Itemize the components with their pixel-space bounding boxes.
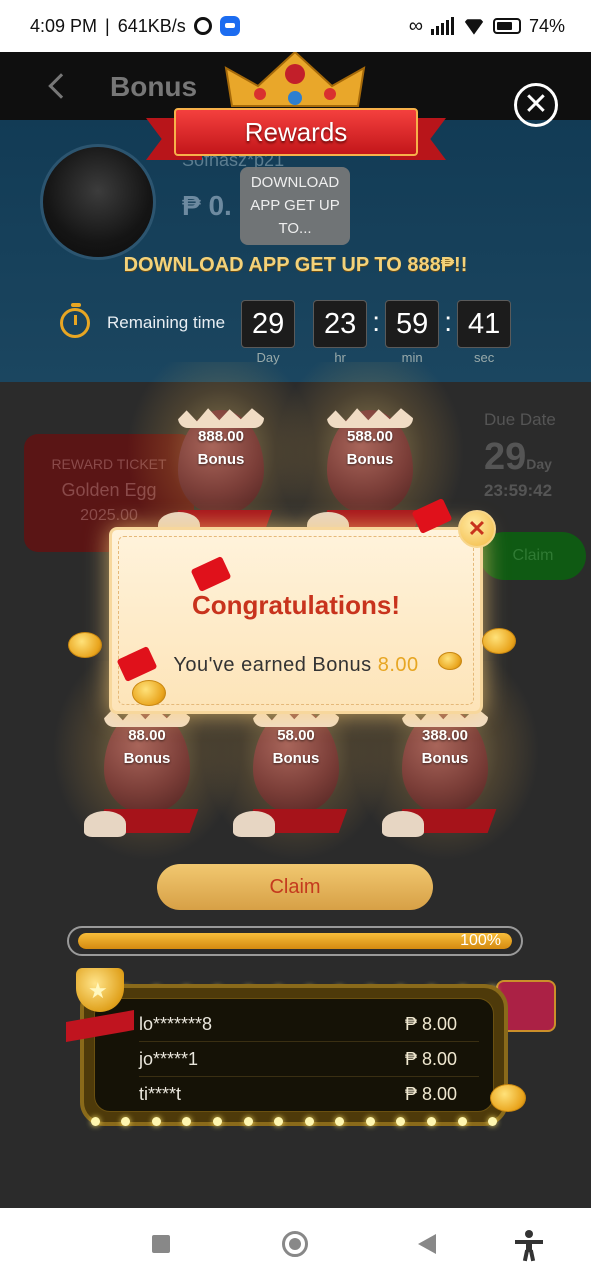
congratulations-popup: Congratulations! You've earned Bonus 8.0…	[109, 527, 483, 714]
winner-name: lo*******8	[139, 1013, 213, 1034]
egg-amount: 588.00	[347, 428, 393, 445]
close-icon[interactable]: ✕	[514, 83, 558, 127]
winner-amount: ₱ 8.00	[404, 1084, 457, 1104]
status-right: ∞ 74%	[409, 15, 565, 38]
progress-fill	[78, 933, 512, 949]
status-divider: |	[105, 15, 110, 36]
congratulations-title: Congratulations!	[192, 590, 400, 620]
egg-label: Bonus	[346, 451, 394, 468]
earned-amount: 8.00	[377, 654, 419, 676]
progress-bar: 100%	[67, 926, 523, 956]
egg-amount: 388.00	[422, 727, 468, 744]
battery-icon	[492, 18, 521, 34]
progress-label: 100%	[460, 932, 501, 949]
crown-icon	[224, 50, 366, 107]
bonus-page-title: Bonus	[110, 71, 198, 102]
winners-board: lo*******8 ₱ 8.00 jo*****1 ₱ 8.00 ti****…	[80, 984, 508, 1126]
timer-hours: 23 hr	[313, 300, 368, 365]
egg-amount: 888.00	[198, 428, 244, 445]
list-item: lo*******8 ₱ 8.00	[139, 1007, 479, 1042]
messenger-icon	[219, 16, 240, 36]
balance: ₱ 0.	[182, 190, 232, 221]
system-nav-bar	[0, 1208, 591, 1280]
status-left: 4:09 PM | 641KB/s	[30, 16, 240, 37]
status-bar: 4:09 PM | 641KB/s ∞ 74%	[0, 0, 591, 52]
claim-button[interactable]: Claim	[157, 864, 433, 910]
winner-name: jo*****1	[139, 1048, 199, 1069]
earned-message: You've earned Bonus 8.00	[173, 654, 419, 676]
home-icon[interactable]	[282, 1231, 308, 1257]
coin-icon	[68, 632, 102, 658]
egg-label: Bonus	[421, 750, 469, 767]
download-promo-text[interactable]: DOWNLOAD APP GET UP TO 888₱!!	[0, 254, 591, 277]
rewards-title: Rewards	[174, 108, 418, 156]
trophy-icon: ★	[66, 968, 134, 1046]
rewards-banner: Rewards	[146, 104, 446, 162]
marquee-lights	[80, 1117, 508, 1127]
due-date-time: 23:59:42	[484, 481, 553, 500]
egg-label: Bonus	[123, 750, 171, 767]
egg-label: Bonus	[197, 451, 245, 468]
alarm-icon	[193, 17, 212, 35]
winner-amount: ₱ 8.00	[404, 1013, 457, 1034]
due-date-days: 29Day	[484, 436, 552, 478]
remaining-time-label: Remaining time	[107, 313, 226, 332]
winner-amount: ₱ 8.00	[404, 1048, 457, 1069]
ticket-claim-button[interactable]: Claim	[480, 532, 586, 580]
egg-amount: 88.00	[128, 727, 166, 744]
stopwatch-icon	[60, 303, 90, 338]
timer-minutes: 59 min	[385, 300, 440, 365]
remaining-time-row: Remaining time 29 Day 23 hr : 59 min : 4…	[60, 300, 512, 365]
status-speed: 641KB/s	[117, 15, 186, 36]
timer-separator: :	[372, 306, 380, 337]
status-time: 4:09 PM	[30, 15, 98, 36]
list-item: ti****t ₱ 8.00	[139, 1077, 479, 1112]
coin-icon	[132, 680, 166, 706]
battery-percent: 74%	[528, 15, 565, 36]
due-date-label: Due Date	[484, 410, 556, 429]
timer-days: 29 Day	[241, 300, 296, 365]
back-arrow-icon[interactable]	[48, 73, 74, 99]
winner-name: ti****t	[139, 1084, 182, 1104]
recents-icon[interactable]	[152, 1235, 170, 1253]
wifi-icon	[463, 17, 485, 35]
timer-seconds: 41 sec	[457, 300, 512, 365]
accessibility-icon[interactable]	[515, 1230, 543, 1262]
coin-icon	[482, 628, 516, 654]
due-date: Due Date 29Day 23:59:42	[484, 410, 556, 501]
download-tooltip: DOWNLOAD APP GET UP TO...	[240, 167, 350, 245]
timer-separator: :	[444, 306, 452, 337]
back-icon[interactable]	[418, 1234, 436, 1254]
avatar	[40, 144, 156, 260]
link-icon: ∞	[408, 14, 423, 37]
signal-icon	[430, 17, 455, 35]
close-popup-icon[interactable]: ✕	[458, 510, 496, 548]
golden-egg[interactable]: 888.00 Bonus	[126, 362, 316, 562]
coin-icon	[438, 652, 462, 670]
egg-amount: 58.00	[277, 727, 315, 744]
list-item: jo*****1 ₱ 8.00	[139, 1042, 479, 1077]
coin-icon	[490, 1084, 526, 1112]
egg-label: Bonus	[272, 750, 320, 767]
winners-list: lo*******8 ₱ 8.00 jo*****1 ₱ 8.00 ti****…	[94, 998, 494, 1112]
